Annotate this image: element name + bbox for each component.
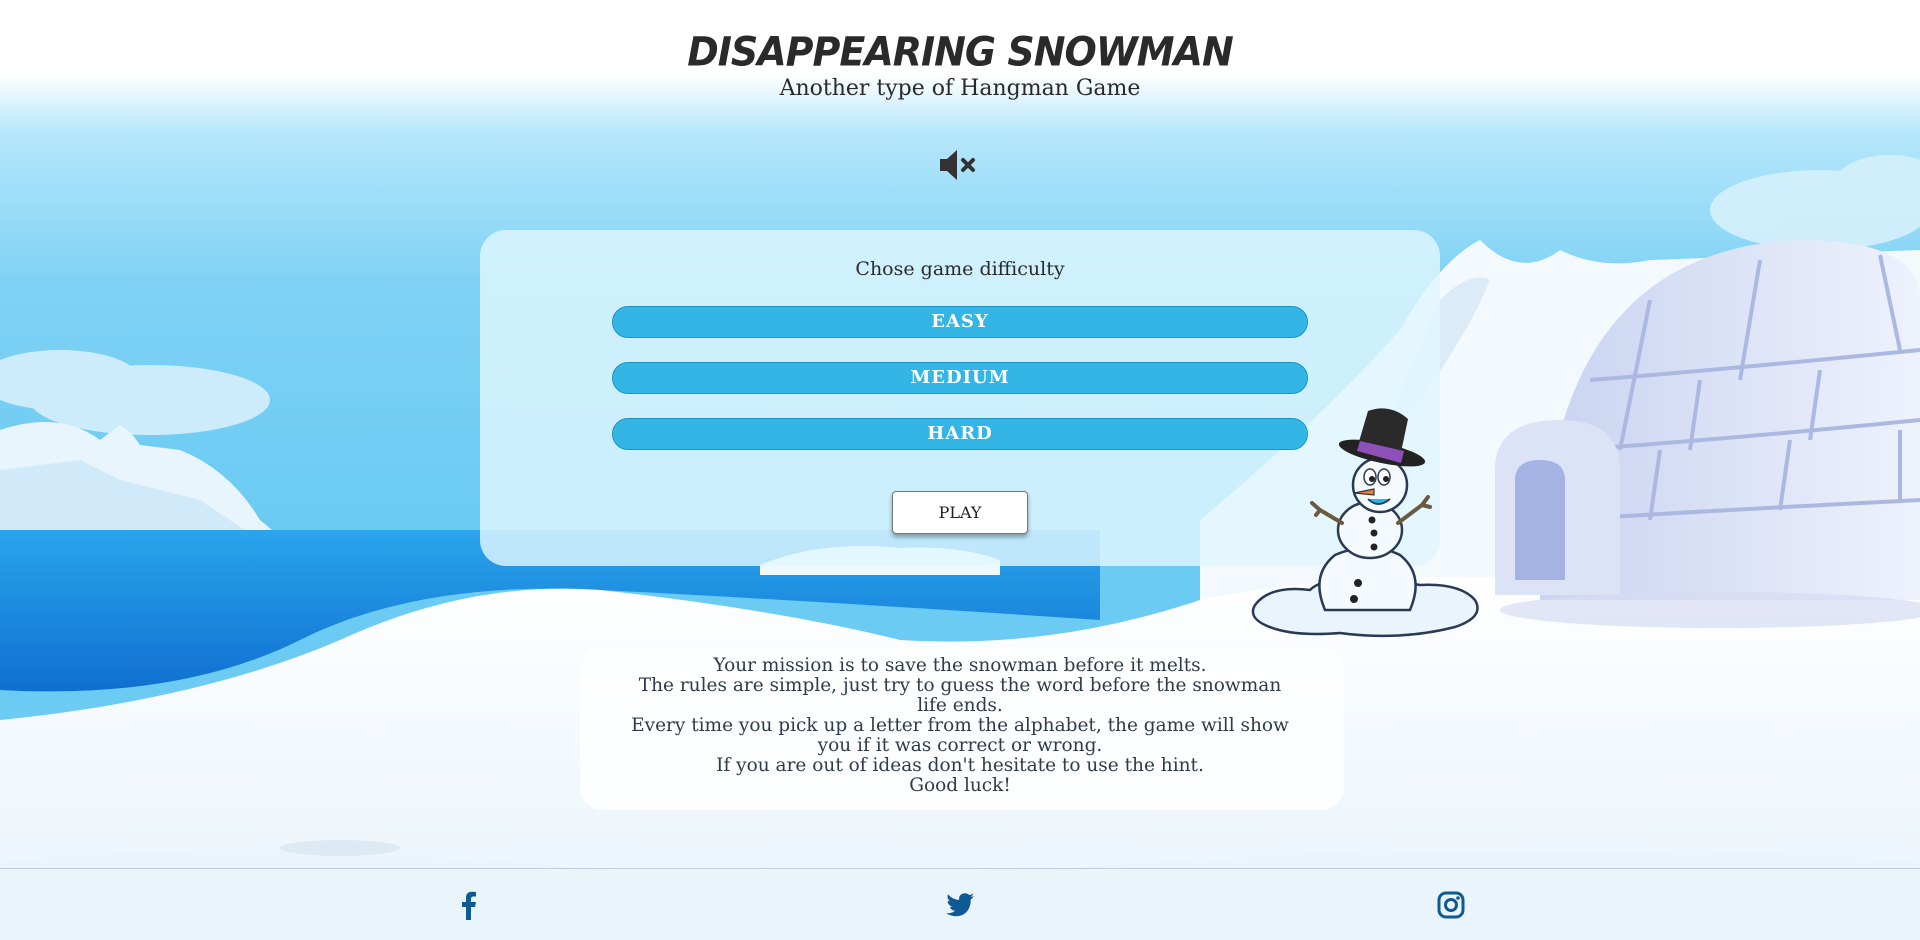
game-scene: DISAPPEARING SNOWMAN Another type of Han… [0, 0, 1920, 940]
rules-line: Every time you pick up a letter from the… [631, 715, 1289, 736]
speaker-muted-icon[interactable] [938, 148, 982, 182]
twitter-icon[interactable] [945, 890, 975, 920]
rules-line: Your mission is to save the snowman befo… [713, 655, 1207, 676]
game-title: DISAPPEARING SNOWMAN [687, 28, 1234, 76]
rules-line: If you are out of ideas don't hesitate t… [716, 755, 1204, 776]
hard-button[interactable]: HARD [612, 418, 1308, 450]
rules-line: The rules are simple, just try to guess … [638, 675, 1282, 696]
game-subtitle: Another type of Hangman Game [779, 76, 1141, 101]
facebook-icon[interactable] [454, 890, 484, 920]
rules-text: Your mission is to save the snowman befo… [585, 656, 1335, 796]
play-button[interactable]: PLAY [892, 491, 1028, 534]
medium-button[interactable]: MEDIUM [612, 362, 1308, 394]
snowman-character [1251, 408, 1479, 638]
instagram-icon[interactable] [1436, 890, 1466, 920]
rules-line: life ends. [917, 695, 1003, 716]
difficulty-heading: Chose game difficulty [855, 258, 1065, 280]
easy-button[interactable]: EASY [612, 306, 1308, 338]
footer-divider [0, 868, 1920, 869]
rules-line: you if it was correct or wrong. [817, 735, 1103, 756]
rules-line: Good luck! [909, 775, 1011, 796]
